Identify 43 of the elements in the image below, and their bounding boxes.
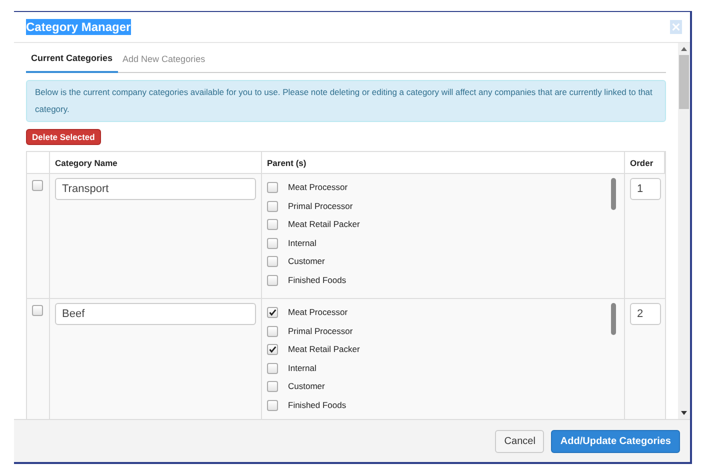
scrollbar-thumb[interactable]	[611, 303, 616, 335]
parent-label: Finished Foods	[288, 400, 346, 410]
parent-label: Internal	[288, 362, 316, 373]
info-alert: Below is the current company categories available for you to use. Please note deleting or editing a category will affect any companies that are currently linked to that category.	[26, 80, 666, 122]
checkbox[interactable]	[32, 180, 43, 191]
parent-label: Meat Processor	[288, 182, 348, 192]
parent-label: Customer	[288, 381, 325, 392]
checkbox[interactable]	[267, 182, 278, 194]
parent-label: Meat Processor	[288, 307, 348, 318]
checkbox[interactable]	[267, 274, 278, 286]
checkbox[interactable]	[267, 256, 278, 268]
parent-label: Customer	[288, 256, 325, 266]
scrollbar-thumb[interactable]	[611, 178, 616, 210]
checkbox[interactable]	[267, 307, 278, 318]
add-update-categories-button[interactable]: Add/Update Categories	[551, 430, 680, 452]
category-name-field[interactable]: Transport	[55, 178, 256, 200]
dialog-title: Category Manager	[26, 19, 131, 35]
checkbox[interactable]	[32, 305, 43, 316]
checkbox[interactable]	[267, 381, 278, 392]
close-button[interactable]	[670, 20, 682, 34]
tab[interactable]: Current Categories	[26, 47, 118, 73]
checkbox[interactable]	[267, 200, 278, 212]
parent-label: Meat Retail Packer	[288, 344, 360, 354]
tab[interactable]: Add New Categories	[118, 47, 210, 72]
checkbox[interactable]	[267, 326, 278, 337]
checkbox[interactable]	[267, 219, 278, 230]
category-name-field[interactable]: Beef	[55, 303, 256, 325]
parent-label: Finished Foods	[288, 274, 346, 285]
checkbox[interactable]	[267, 238, 278, 249]
parent-label: Meat Retail Packer	[288, 219, 360, 230]
checkbox[interactable]	[267, 344, 278, 356]
parent-label: Primal Processor	[288, 326, 353, 336]
order-field[interactable]: 1	[630, 178, 661, 200]
parent-label: Primal Processor	[288, 200, 353, 211]
cancel-button[interactable]: Cancel	[495, 430, 544, 452]
checkbox[interactable]	[267, 400, 278, 411]
scrollbar-thumb[interactable]	[679, 55, 689, 109]
scroll-down-icon[interactable]	[681, 411, 687, 415]
checkbox[interactable]	[267, 362, 278, 374]
order-field[interactable]: 2	[630, 303, 661, 325]
delete-selected-button[interactable]: Delete Selected	[26, 129, 101, 145]
parent-label: Internal	[288, 238, 316, 248]
scroll-up-icon[interactable]	[681, 47, 687, 51]
